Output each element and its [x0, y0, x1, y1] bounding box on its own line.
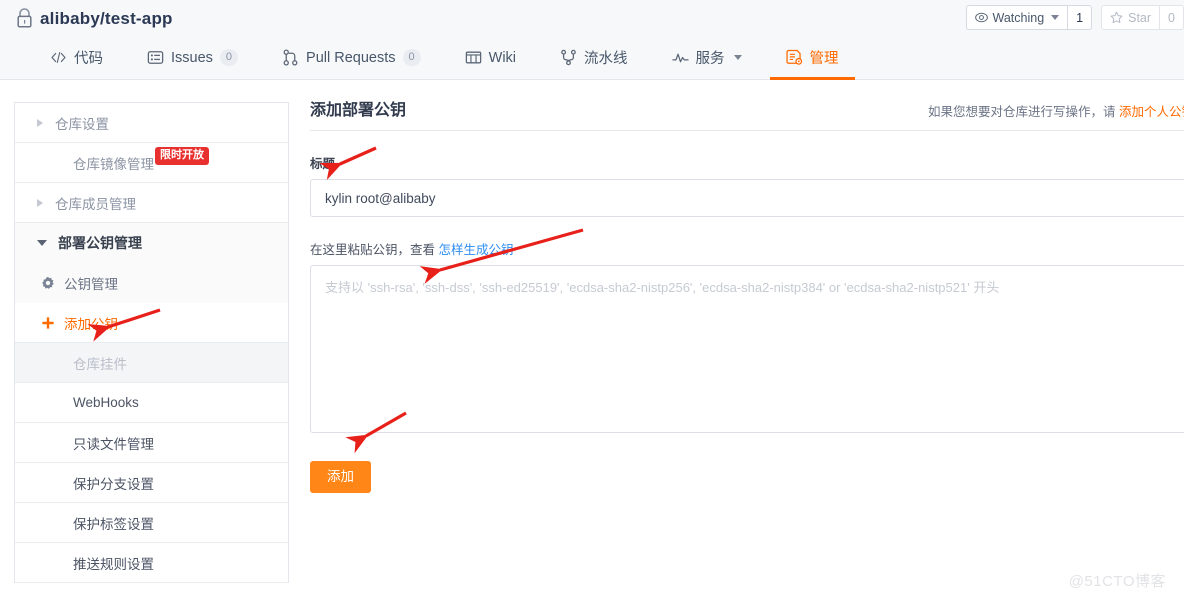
- tab-label: 管理: [809, 51, 839, 67]
- sidebar-section-widgets: 仓库挂件: [15, 343, 288, 383]
- add-personal-key-link[interactable]: 添加个人公钥: [1119, 105, 1184, 119]
- star-button[interactable]: Star: [1101, 5, 1160, 30]
- sidebar-item-label: WebHooks: [73, 395, 139, 410]
- pull-request-icon: [283, 49, 298, 66]
- code-icon: [51, 52, 66, 63]
- tab-wiki[interactable]: Wiki: [443, 36, 538, 79]
- repo-identity: alibaby/test-app: [16, 8, 173, 28]
- sidebar-item-label: 仓库设置: [55, 116, 109, 132]
- how-to-generate-key-link[interactable]: 怎样生成公钥: [438, 243, 513, 257]
- sidebar-section-label: 仓库挂件: [73, 356, 127, 372]
- sidebar-item-protected-tags[interactable]: 保护标签设置: [15, 503, 288, 543]
- issues-icon: [147, 51, 164, 64]
- gear-icon: [42, 276, 54, 289]
- tab-label: 流水线: [584, 51, 628, 67]
- chevron-down-icon: [37, 240, 47, 246]
- main-navigation: 代码 Issues 0 Pull Requests 0 Wiki 流水线 服务 …: [0, 36, 1184, 80]
- sidebar-item-push-rules[interactable]: 推送规则设置: [15, 543, 288, 583]
- tab-label: 服务: [695, 51, 725, 67]
- main-content: 添加部署公钥 如果您想要对仓库进行写操作，请 添加个人公钥 标题 在这里粘贴公钥…: [310, 96, 1184, 493]
- submit-add-key-button[interactable]: 添加: [310, 461, 371, 493]
- sidebar-item-label: 推送规则设置: [73, 556, 154, 572]
- sidebar-item-repo-settings[interactable]: 仓库设置: [15, 103, 288, 143]
- tab-label: Wiki: [488, 49, 517, 66]
- key-title-input[interactable]: [310, 179, 1184, 217]
- sidebar-item-deploy-key-management[interactable]: 部署公钥管理: [15, 223, 288, 263]
- app-root: alibaby/test-app Watching 1 Star 0 代码 Is…: [0, 0, 1184, 599]
- plus-icon: [42, 316, 54, 329]
- service-icon: [671, 53, 689, 63]
- tab-code[interactable]: 代码: [28, 36, 125, 79]
- page-header: 添加部署公钥 如果您想要对仓库进行写操作，请 添加个人公钥: [310, 96, 1184, 131]
- star-label: Star: [1128, 10, 1152, 25]
- chevron-right-icon: [37, 118, 43, 127]
- title-field-label: 标题: [310, 157, 336, 171]
- tab-issues[interactable]: Issues 0: [125, 36, 260, 79]
- star-count[interactable]: 0: [1159, 5, 1184, 30]
- lock-icon: [17, 8, 32, 28]
- settings-sidebar: 仓库设置 仓库镜像管理 限时开放 仓库成员管理 部署公钥管理 公钥管理 添加公钥…: [14, 102, 289, 583]
- sidebar-item-label: 保护分支设置: [73, 476, 154, 492]
- repo-name[interactable]: alibaby/test-app: [40, 10, 173, 27]
- star-icon: [1110, 11, 1123, 24]
- sidebar-group-deploy-keys: 部署公钥管理 公钥管理 添加公钥: [15, 223, 288, 343]
- watch-button-group[interactable]: Watching 1: [965, 5, 1093, 30]
- watch-label: Watching: [992, 10, 1045, 25]
- sidebar-item-repo-mirror[interactable]: 仓库镜像管理 限时开放: [15, 143, 288, 183]
- watermark: @51CTO博客: [1068, 573, 1166, 590]
- chevron-down-icon: [733, 55, 742, 60]
- sidebar-item-readonly-files[interactable]: 只读文件管理: [15, 423, 288, 463]
- sidebar-item-protected-branches[interactable]: 保护分支设置: [15, 463, 288, 503]
- repo-actions: Watching 1 Star 0: [965, 5, 1184, 30]
- sidebar-item-label: 仓库成员管理: [55, 196, 136, 212]
- sidebar-item-label: 添加公钥: [64, 316, 118, 332]
- sidebar-item-webhooks[interactable]: WebHooks: [15, 383, 288, 423]
- sidebar-item-label: 保护标签设置: [73, 516, 154, 532]
- pr-count-badge: 0: [402, 49, 421, 66]
- personal-key-hint: 如果您想要对仓库进行写操作，请 添加个人公钥: [928, 101, 1184, 120]
- watch-count[interactable]: 1: [1067, 5, 1093, 30]
- watch-button[interactable]: Watching: [965, 5, 1068, 30]
- issues-count-badge: 0: [219, 49, 239, 66]
- page-title: 添加部署公钥: [310, 102, 407, 119]
- star-button-group[interactable]: Star 0: [1101, 5, 1184, 30]
- eye-icon: [974, 12, 988, 23]
- tab-service[interactable]: 服务: [650, 36, 764, 79]
- sidebar-item-label: 公钥管理: [64, 277, 118, 292]
- sidebar-item-label: 只读文件管理: [73, 436, 154, 452]
- top-header-bar: alibaby/test-app Watching 1 Star 0: [0, 0, 1184, 36]
- public-key-textarea[interactable]: [310, 265, 1184, 433]
- wiki-icon: [465, 51, 481, 64]
- chevron-right-icon: [37, 198, 43, 207]
- pipeline-icon: [561, 49, 576, 66]
- key-field-label: 在这里粘贴公钥，查看 怎样生成公钥: [310, 239, 1184, 258]
- hint-text: 如果您想要对仓库进行写操作，请: [928, 105, 1119, 119]
- tab-label: Issues: [171, 49, 213, 66]
- tab-label: Pull Requests: [306, 49, 396, 66]
- tab-manage[interactable]: 管理: [764, 36, 861, 80]
- manage-icon: [785, 49, 802, 65]
- tab-pull-requests[interactable]: Pull Requests 0: [260, 36, 443, 79]
- limited-time-badge: 限时开放: [155, 146, 209, 165]
- sidebar-item-repo-members[interactable]: 仓库成员管理: [15, 183, 288, 223]
- key-label-text: 在这里粘贴公钥，查看: [310, 243, 439, 257]
- sidebar-item-add-key[interactable]: 添加公钥: [15, 303, 288, 343]
- chevron-down-icon: [1051, 15, 1060, 20]
- tab-pipeline[interactable]: 流水线: [538, 36, 650, 79]
- sidebar-item-key-management[interactable]: 公钥管理: [15, 263, 288, 303]
- sidebar-item-label: 仓库镜像管理: [73, 156, 154, 172]
- tab-label: 代码: [74, 51, 103, 67]
- sidebar-item-label: 部署公钥管理: [58, 235, 142, 251]
